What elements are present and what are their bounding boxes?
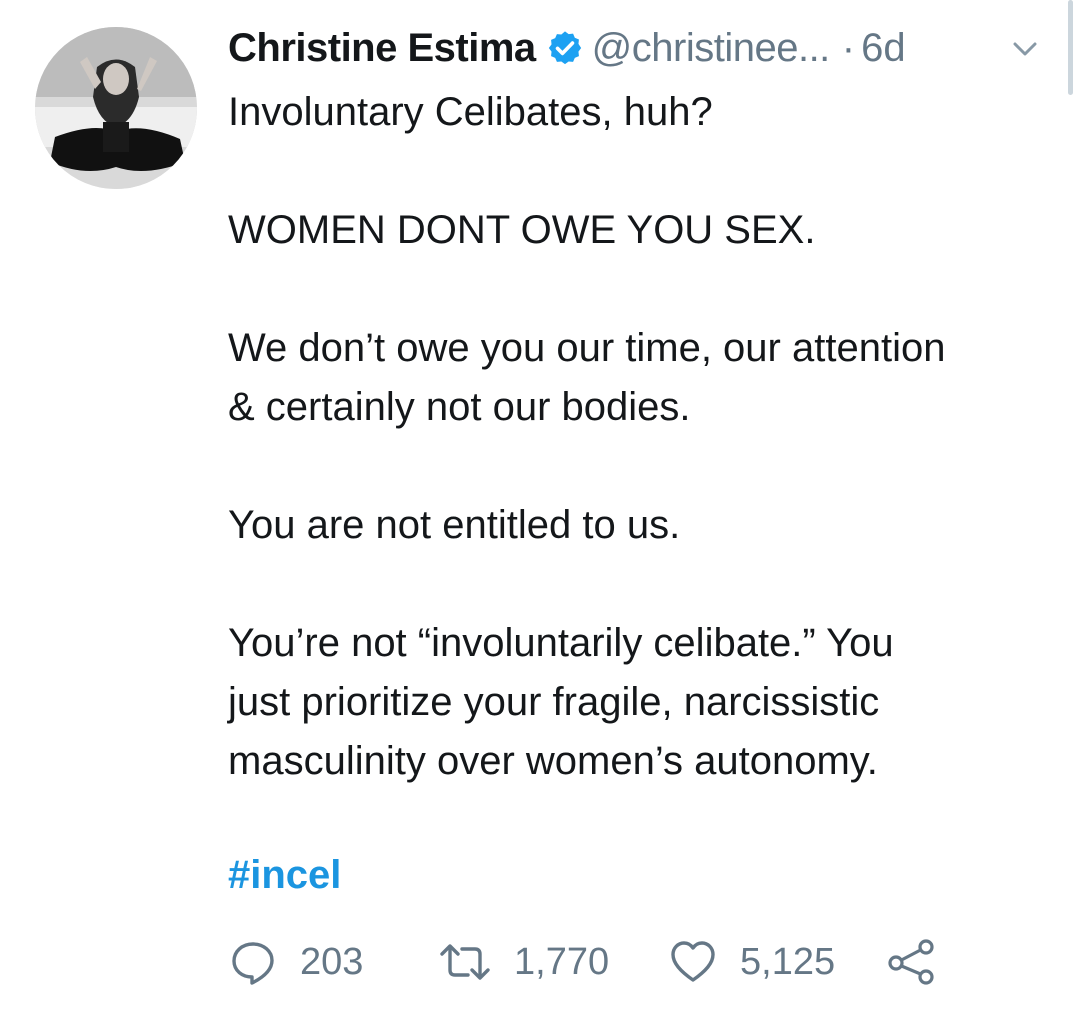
text-line: Involuntary Celibates, huh?	[228, 90, 713, 134]
text-line: & certainly not our bodies.	[228, 385, 691, 429]
reply-count: 203	[300, 940, 364, 983]
like-count: 5,125	[740, 940, 836, 983]
timestamp[interactable]: 6d	[861, 26, 906, 71]
tweet-text: Involuntary Celibates, huh? WOMEN DONT O…	[228, 83, 1048, 791]
reply-button[interactable]: 203	[228, 936, 363, 988]
author-handle[interactable]: @christinee...	[592, 26, 831, 71]
author-name[interactable]: Christine Estima	[228, 26, 536, 71]
avatar[interactable]	[35, 27, 197, 189]
chevron-down-icon[interactable]	[1008, 32, 1042, 66]
verified-badge-icon	[546, 29, 584, 67]
tweet-actions: 203 1,770 5,125	[228, 936, 1028, 988]
separator-dot: ·	[841, 25, 856, 70]
tweet-paragraph: You are not entitled to us.	[228, 496, 1048, 555]
retweet-count: 1,770	[514, 940, 610, 983]
retweet-button[interactable]: 1,770	[438, 936, 609, 988]
share-button[interactable]	[886, 936, 938, 988]
text-line: We don’t owe you our time, our attention	[228, 326, 946, 370]
like-button[interactable]: 5,125	[668, 936, 835, 988]
tweet-paragraph: You’re not “involuntarily celibate.” You…	[228, 614, 1048, 791]
share-icon	[886, 937, 938, 987]
retweet-icon	[438, 937, 492, 987]
tweet-header: Christine Estima @christinee... · 6d	[228, 22, 906, 74]
tweet-paragraph: Involuntary Celibates, huh?	[228, 83, 1048, 142]
reply-icon	[228, 937, 278, 987]
tweet-paragraph: WOMEN DONT OWE YOU SEX.	[228, 201, 1048, 260]
text-line: WOMEN DONT OWE YOU SEX.	[228, 208, 816, 252]
scrollbar[interactable]	[1068, 0, 1073, 95]
text-line: masculinity over women’s autonomy.	[228, 739, 878, 783]
heart-icon	[668, 937, 718, 987]
text-line: You’re not “involuntarily celibate.” You	[228, 621, 894, 665]
text-line: just prioritize your fragile, narcissist…	[228, 680, 880, 724]
text-line: You are not entitled to us.	[228, 503, 681, 547]
tweet[interactable]: Christine Estima @christinee... · 6d Inv…	[0, 0, 1077, 1015]
tweet-paragraph: We don’t owe you our time, our attention…	[228, 319, 1048, 437]
hashtag-link[interactable]: #incel	[228, 848, 341, 902]
